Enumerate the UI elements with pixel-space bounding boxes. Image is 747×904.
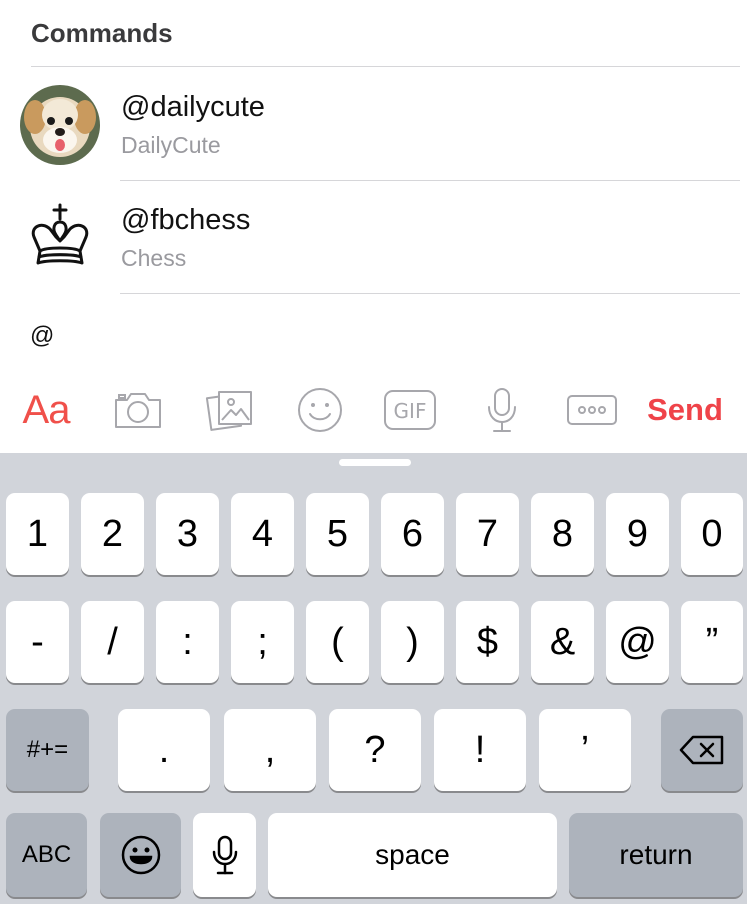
key[interactable]: 7: [456, 493, 519, 575]
chess-king-icon: [20, 195, 100, 275]
key[interactable]: -: [6, 601, 69, 683]
key[interactable]: 1: [6, 493, 69, 575]
microphone-icon[interactable]: [474, 378, 530, 442]
key[interactable]: @: [606, 601, 669, 683]
backspace-icon: [679, 735, 724, 765]
more-icon[interactable]: [564, 378, 620, 442]
key[interactable]: 8: [531, 493, 594, 575]
key[interactable]: 4: [231, 493, 294, 575]
command-handle: @fbchess: [121, 204, 251, 236]
keyboard-grabber[interactable]: [339, 459, 411, 466]
key[interactable]: 0: [681, 493, 743, 575]
backspace-key[interactable]: [661, 709, 743, 791]
emoji-icon: [121, 835, 160, 875]
key[interactable]: 9: [606, 493, 669, 575]
command-name: DailyCute: [121, 132, 221, 158]
text-style-button[interactable]: Aa: [18, 378, 74, 442]
camera-icon[interactable]: [110, 378, 166, 442]
return-key[interactable]: return: [569, 813, 743, 897]
command-item-dailycute[interactable]: @dailycute DailyCute: [0, 67, 747, 180]
keyboard: 1 2 3 4 5 6 7 8 9 0 - / : ; ( ) $ & @ ” …: [0, 453, 747, 904]
key[interactable]: !: [434, 709, 526, 791]
key[interactable]: ’: [539, 709, 631, 791]
composer-toolbar: Aa GIF Send: [0, 378, 747, 442]
key[interactable]: $: [456, 601, 519, 683]
key[interactable]: ”: [681, 601, 743, 683]
symbols-toggle-key[interactable]: #+=: [6, 709, 89, 791]
key[interactable]: 2: [81, 493, 144, 575]
key[interactable]: 5: [306, 493, 369, 575]
gallery-icon[interactable]: [202, 378, 258, 442]
gif-icon[interactable]: GIF: [382, 378, 438, 442]
command-handle: @dailycute: [121, 91, 265, 123]
key[interactable]: (: [306, 601, 369, 683]
microphone-icon: [212, 835, 237, 875]
divider: [120, 293, 740, 294]
key[interactable]: .: [118, 709, 210, 791]
gif-label: GIF: [394, 399, 427, 423]
key[interactable]: ,: [224, 709, 316, 791]
send-button[interactable]: Send: [640, 378, 730, 442]
commands-header: Commands: [31, 18, 173, 48]
key[interactable]: /: [81, 601, 144, 683]
smiley-icon[interactable]: [292, 378, 348, 442]
space-key[interactable]: space: [268, 813, 557, 897]
command-name: Chess: [121, 245, 187, 271]
key[interactable]: :: [156, 601, 219, 683]
key[interactable]: 6: [381, 493, 444, 575]
key[interactable]: ): [381, 601, 444, 683]
command-item-fbchess[interactable]: @fbchess Chess: [0, 181, 747, 294]
message-input[interactable]: @: [30, 322, 54, 350]
key[interactable]: ?: [329, 709, 421, 791]
dictation-key[interactable]: [193, 813, 256, 897]
abc-key[interactable]: ABC: [6, 813, 87, 897]
dailycute-avatar: [20, 85, 100, 165]
key[interactable]: 3: [156, 493, 219, 575]
key[interactable]: ;: [231, 601, 294, 683]
emoji-key[interactable]: [100, 813, 181, 897]
key[interactable]: &: [531, 601, 594, 683]
